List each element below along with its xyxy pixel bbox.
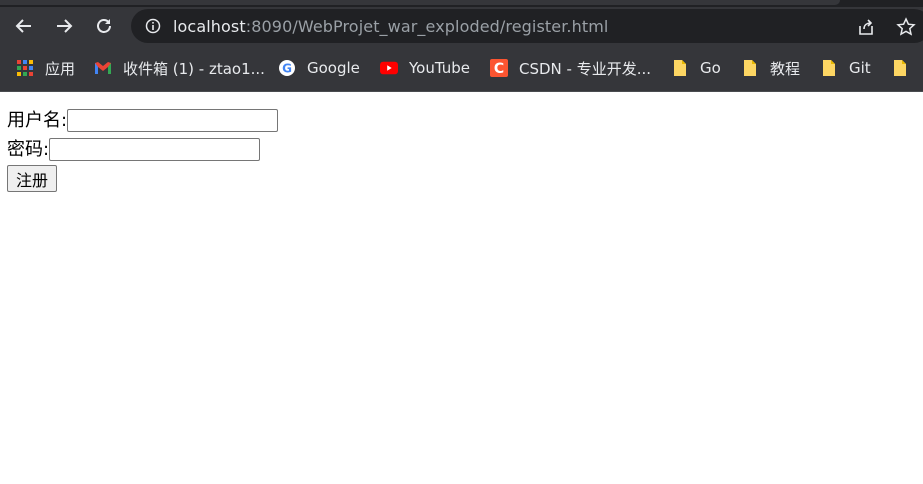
bookmark-label: Go	[700, 59, 721, 77]
gmail-icon	[94, 59, 112, 77]
bookmark-label: YouTube	[409, 59, 470, 77]
bookmark-apps[interactable]: 应用	[16, 57, 75, 79]
reload-icon	[97, 19, 111, 33]
password-row: 密码:	[7, 135, 916, 164]
bookmark-google[interactable]: G Google	[278, 57, 360, 79]
bookmark-folder-tutorial[interactable]: 教程	[741, 57, 800, 79]
svg-text:G: G	[282, 62, 292, 76]
bookmark-label: 收件箱 (1) - ztao1...	[123, 59, 265, 78]
tab-strip	[0, 0, 923, 7]
url-path: :8090/WebProjet_war_exploded/register.ht…	[245, 17, 609, 36]
folder-icon	[741, 59, 759, 77]
bookmark-folder-go[interactable]: Go	[671, 57, 721, 79]
page-content: 用户名: 密码: 注册	[0, 92, 923, 206]
bookmark-label: Git	[849, 59, 871, 77]
bookmark-label: 应用	[45, 59, 76, 78]
bookmark-label: CSDN - 专业开发...	[519, 59, 652, 78]
star-icon[interactable]	[896, 17, 916, 37]
address-bar[interactable]: localhost:8090/WebProjet_war_exploded/re…	[131, 9, 923, 43]
bookmark-youtube[interactable]: YouTube	[380, 57, 470, 79]
username-label: 用户名:	[7, 109, 68, 131]
bookmarks-bar: 应用 收件箱 (1) - ztao1... G Google YouTube C…	[0, 45, 923, 92]
bookmark-folder-overflow[interactable]	[891, 57, 920, 79]
reload-button[interactable]	[92, 14, 116, 38]
csdn-icon: C	[490, 59, 508, 77]
bookmark-label: 教程	[770, 59, 801, 78]
folder-icon	[671, 59, 689, 77]
password-input[interactable]	[49, 138, 261, 161]
svg-text:C: C	[494, 61, 504, 77]
back-button[interactable]	[12, 14, 36, 38]
forward-arrow-icon	[57, 19, 73, 33]
youtube-icon	[380, 59, 398, 77]
bookmark-label: Google	[307, 59, 360, 77]
username-row: 用户名:	[7, 106, 916, 135]
password-label: 密码:	[7, 138, 50, 160]
apps-grid-icon	[16, 59, 34, 77]
share-icon[interactable]	[856, 17, 876, 37]
url-text[interactable]: localhost:8090/WebProjet_war_exploded/re…	[173, 17, 608, 36]
bookmark-csdn[interactable]: C CSDN - 专业开发...	[490, 57, 651, 79]
active-tab-edge	[0, 0, 840, 5]
forward-button[interactable]	[52, 14, 76, 38]
url-host: localhost	[173, 17, 246, 36]
bookmark-folder-git[interactable]: Git	[820, 57, 871, 79]
bookmark-gmail[interactable]: 收件箱 (1) - ztao1...	[94, 57, 265, 79]
back-arrow-icon	[15, 19, 31, 33]
register-button[interactable]: 注册	[7, 165, 58, 192]
folder-icon	[891, 59, 909, 77]
folder-icon	[820, 59, 838, 77]
info-icon[interactable]	[145, 18, 161, 34]
google-icon: G	[278, 59, 296, 77]
username-input[interactable]	[67, 109, 279, 132]
browser-toolbar: localhost:8090/WebProjet_war_exploded/re…	[0, 7, 923, 45]
